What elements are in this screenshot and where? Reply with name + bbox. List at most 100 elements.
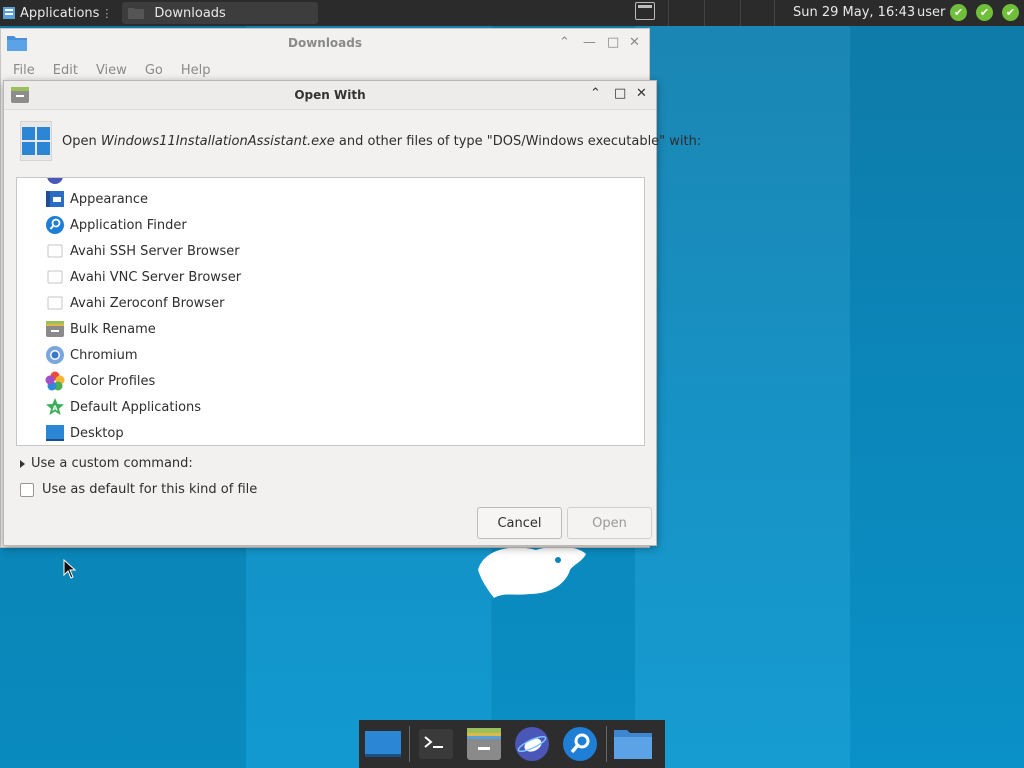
default-applications-icon: A xyxy=(45,397,65,417)
panel-divider xyxy=(704,0,705,26)
file-manager-icon xyxy=(467,728,501,760)
menu-file[interactable]: File xyxy=(13,63,35,78)
menu-edit[interactable]: Edit xyxy=(53,63,78,78)
dock-separator xyxy=(409,726,410,762)
list-item-label: Desktop xyxy=(70,425,124,441)
desktop-icon xyxy=(365,731,401,757)
avahi-icon xyxy=(45,293,65,313)
list-item[interactable]: Bulk Rename xyxy=(17,316,644,342)
appearance-icon xyxy=(45,189,65,209)
list-item[interactable]: Avahi VNC Server Browser xyxy=(17,264,644,290)
list-item[interactable]: Application Finder xyxy=(17,212,644,238)
partial-app-icon xyxy=(47,178,63,184)
folder-icon xyxy=(128,8,145,19)
list-item[interactable]: A Default Applications xyxy=(17,394,644,420)
dock-file-manager[interactable] xyxy=(460,720,508,768)
color-profiles-icon xyxy=(45,371,65,391)
close-icon[interactable]: ✕ xyxy=(636,86,647,101)
dock-folder[interactable] xyxy=(609,720,657,768)
maximize-icon[interactable]: □ xyxy=(614,86,626,101)
application-finder-icon xyxy=(45,215,65,235)
top-panel: Applications ⋮ Downloads Sun 29 May, 16:… xyxy=(0,0,1024,26)
close-icon[interactable]: ✕ xyxy=(629,35,640,50)
terminal-icon xyxy=(419,729,453,759)
list-item-label: Avahi Zeroconf Browser xyxy=(70,295,225,311)
folder-icon xyxy=(614,730,652,759)
menu-go[interactable]: Go xyxy=(145,63,163,78)
downloads-titlebar[interactable]: Downloads ⌃ — □ ✕ xyxy=(1,29,649,57)
dialog-header-text: Open Windows11InstallationAssistant.exe … xyxy=(62,134,701,149)
open-with-dialog: Open With ⌃ □ ✕ Open Windows11Installati… xyxy=(3,80,701,546)
downloads-title: Downloads xyxy=(287,36,363,50)
expander-arrow-icon xyxy=(20,459,25,468)
list-item-label: Color Profiles xyxy=(70,373,156,389)
dialog-titlebar[interactable]: Open With ⌃ □ ✕ xyxy=(4,81,656,110)
svg-text:A: A xyxy=(52,405,58,413)
taskbar-item-downloads[interactable]: Downloads xyxy=(122,2,319,24)
dialog-title: Open With xyxy=(294,88,366,102)
avahi-icon xyxy=(45,267,65,287)
xfce-mouse-logo xyxy=(478,546,586,598)
list-item-label: Avahi VNC Server Browser xyxy=(70,269,242,285)
dock xyxy=(359,720,665,768)
header-prefix: Open xyxy=(62,133,101,149)
list-item-label: Appearance xyxy=(70,191,149,207)
list-item[interactable]: Appearance xyxy=(17,186,644,212)
downloads-menubar: File Edit View Go Help xyxy=(13,63,210,78)
taskbar-item-label: Downloads xyxy=(154,5,226,21)
windows-executable-icon xyxy=(20,121,52,161)
custom-command-expander[interactable]: Use a custom command: xyxy=(20,456,193,471)
panel-divider xyxy=(774,0,775,26)
application-list[interactable]: Appearance Application Finder Avahi SSH … xyxy=(16,177,645,446)
shade-icon[interactable]: ⌃ xyxy=(559,35,570,50)
use-as-default-label: Use as default for this kind of file xyxy=(42,482,258,497)
tray-check-icon[interactable]: ✔ xyxy=(950,4,967,21)
list-item[interactable]: Desktop xyxy=(17,420,644,445)
panel-divider xyxy=(740,0,741,26)
list-item-label: Avahi SSH Server Browser xyxy=(70,243,240,259)
list-item[interactable]: Avahi SSH Server Browser xyxy=(17,238,644,264)
use-as-default-row[interactable]: Use as default for this kind of file xyxy=(20,482,257,497)
list-item-label: Chromium xyxy=(70,347,138,363)
user-menu[interactable]: user xyxy=(917,5,945,20)
clock[interactable]: Sun 29 May, 16:43 xyxy=(793,5,915,20)
tray-check-icon[interactable]: ✔ xyxy=(976,4,993,21)
list-item-label: Application Finder xyxy=(70,217,187,233)
list-item[interactable]: Color Profiles xyxy=(17,368,644,394)
file-name: Windows11InstallationAssistant.exe xyxy=(100,133,335,149)
dock-terminal[interactable] xyxy=(412,720,460,768)
list-item[interactable]: Avahi Zeroconf Browser xyxy=(17,290,644,316)
dock-separator xyxy=(606,726,607,762)
menu-view[interactable]: View xyxy=(96,63,127,78)
mouse-cursor-icon xyxy=(63,559,77,579)
list-item-label: Bulk Rename xyxy=(70,321,156,337)
bulk-rename-icon xyxy=(45,319,65,339)
applications-label: Applications xyxy=(20,5,100,21)
web-browser-icon xyxy=(515,727,549,761)
desktop-icon xyxy=(45,423,65,443)
menu-help[interactable]: Help xyxy=(181,63,211,78)
list-top-spacer xyxy=(17,178,644,186)
list-item-label: Default Applications xyxy=(70,399,202,415)
applications-menu-button[interactable]: Applications ⋮ xyxy=(0,0,120,26)
applications-menu-icon xyxy=(3,7,15,19)
header-suffix: and other files of type "DOS/Windows exe… xyxy=(334,133,702,149)
avahi-icon xyxy=(45,241,65,261)
open-button[interactable]: Open xyxy=(567,507,652,539)
minimize-icon[interactable]: — xyxy=(583,35,596,50)
cancel-button[interactable]: Cancel xyxy=(477,507,562,539)
shade-icon[interactable]: ⌃ xyxy=(590,86,601,101)
dock-web-browser[interactable] xyxy=(508,720,556,768)
dock-app-finder[interactable] xyxy=(556,720,604,768)
use-as-default-checkbox[interactable] xyxy=(20,482,34,497)
custom-command-label: Use a custom command: xyxy=(31,456,193,471)
show-desktop-button[interactable] xyxy=(635,2,655,20)
dock-show-desktop[interactable] xyxy=(359,720,407,768)
panel-separator-icon: ⋮ xyxy=(101,6,113,20)
application-finder-icon xyxy=(563,727,597,761)
chromium-icon xyxy=(45,345,65,365)
dialog-header: Open Windows11InstallationAssistant.exe … xyxy=(20,121,701,161)
list-item[interactable]: Chromium xyxy=(17,342,644,368)
maximize-icon[interactable]: □ xyxy=(607,35,619,50)
tray-check-icon[interactable]: ✔ xyxy=(1002,4,1019,21)
